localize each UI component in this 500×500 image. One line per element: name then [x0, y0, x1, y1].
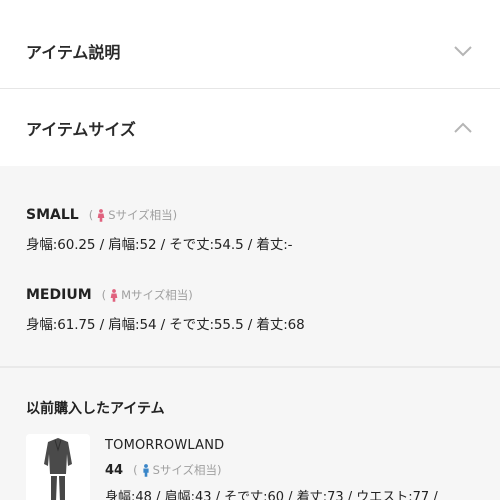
accordion-label-size: アイテムサイズ [26, 120, 136, 139]
size-equivalent-badge: ( Sサイズ相当) [89, 207, 177, 223]
size-equivalent-badge: ( Mサイズ相当) [102, 287, 193, 303]
size-block-medium: MEDIUM ( Mサイズ相当) 身幅:61.75 / 肩幅:54 / そで丈:… [26, 284, 305, 333]
size-measurements: 身幅:60.25 / 肩幅:52 / そで丈:54.5 / 着丈:- [26, 237, 293, 253]
previous-purchase-section: 以前購入したアイテム TOMORROWLAND 44 ( Sサイズ相当) 身幅:… [0, 368, 500, 500]
product-size-row: 44 ( Sサイズ相当) [105, 462, 222, 478]
badge-text: Sサイズ相当) [152, 463, 222, 477]
size-name: SMALL [26, 207, 79, 223]
size-equivalent-badge: ( Sサイズ相当) [133, 462, 221, 478]
badge-open-paren: ( [133, 463, 138, 477]
badge-text: Mサイズ相当) [121, 288, 193, 302]
female-person-icon [110, 288, 118, 302]
badge-text: Sサイズ相当) [108, 208, 178, 222]
size-name: MEDIUM [26, 287, 92, 303]
male-person-icon [142, 463, 150, 477]
badge-open-paren: ( [101, 288, 107, 302]
size-block-small: SMALL ( Sサイズ相当) 身幅:60.25 / 肩幅:52 / そで丈:5… [26, 204, 293, 253]
chevron-down-icon[interactable] [452, 40, 474, 62]
product-measurements: 身幅:48 / 肩幅:43 / そで丈:60 / 着丈:73 / ウエスト:77… [105, 490, 438, 500]
accordion-label-description: アイテム説明 [26, 42, 121, 62]
product-thumbnail[interactable] [26, 434, 90, 500]
accordion-item-description[interactable]: アイテム説明 [0, 13, 500, 89]
product-size: 44 [105, 462, 124, 478]
badge-open-paren: ( [88, 208, 94, 222]
accordion-item-size[interactable]: アイテムサイズ [0, 90, 500, 166]
product-brand: TOMORROWLAND [105, 438, 225, 453]
size-measurements: 身幅:61.75 / 肩幅:54 / そで丈:55.5 / 着丈:68 [26, 317, 305, 333]
previous-purchase-title: 以前購入したアイテム [26, 401, 165, 417]
top-strip [0, 0, 500, 12]
female-person-icon [97, 208, 105, 222]
chevron-up-icon[interactable] [452, 117, 474, 139]
size-panel: SMALL ( Sサイズ相当) 身幅:60.25 / 肩幅:52 / そで丈:5… [0, 166, 500, 366]
